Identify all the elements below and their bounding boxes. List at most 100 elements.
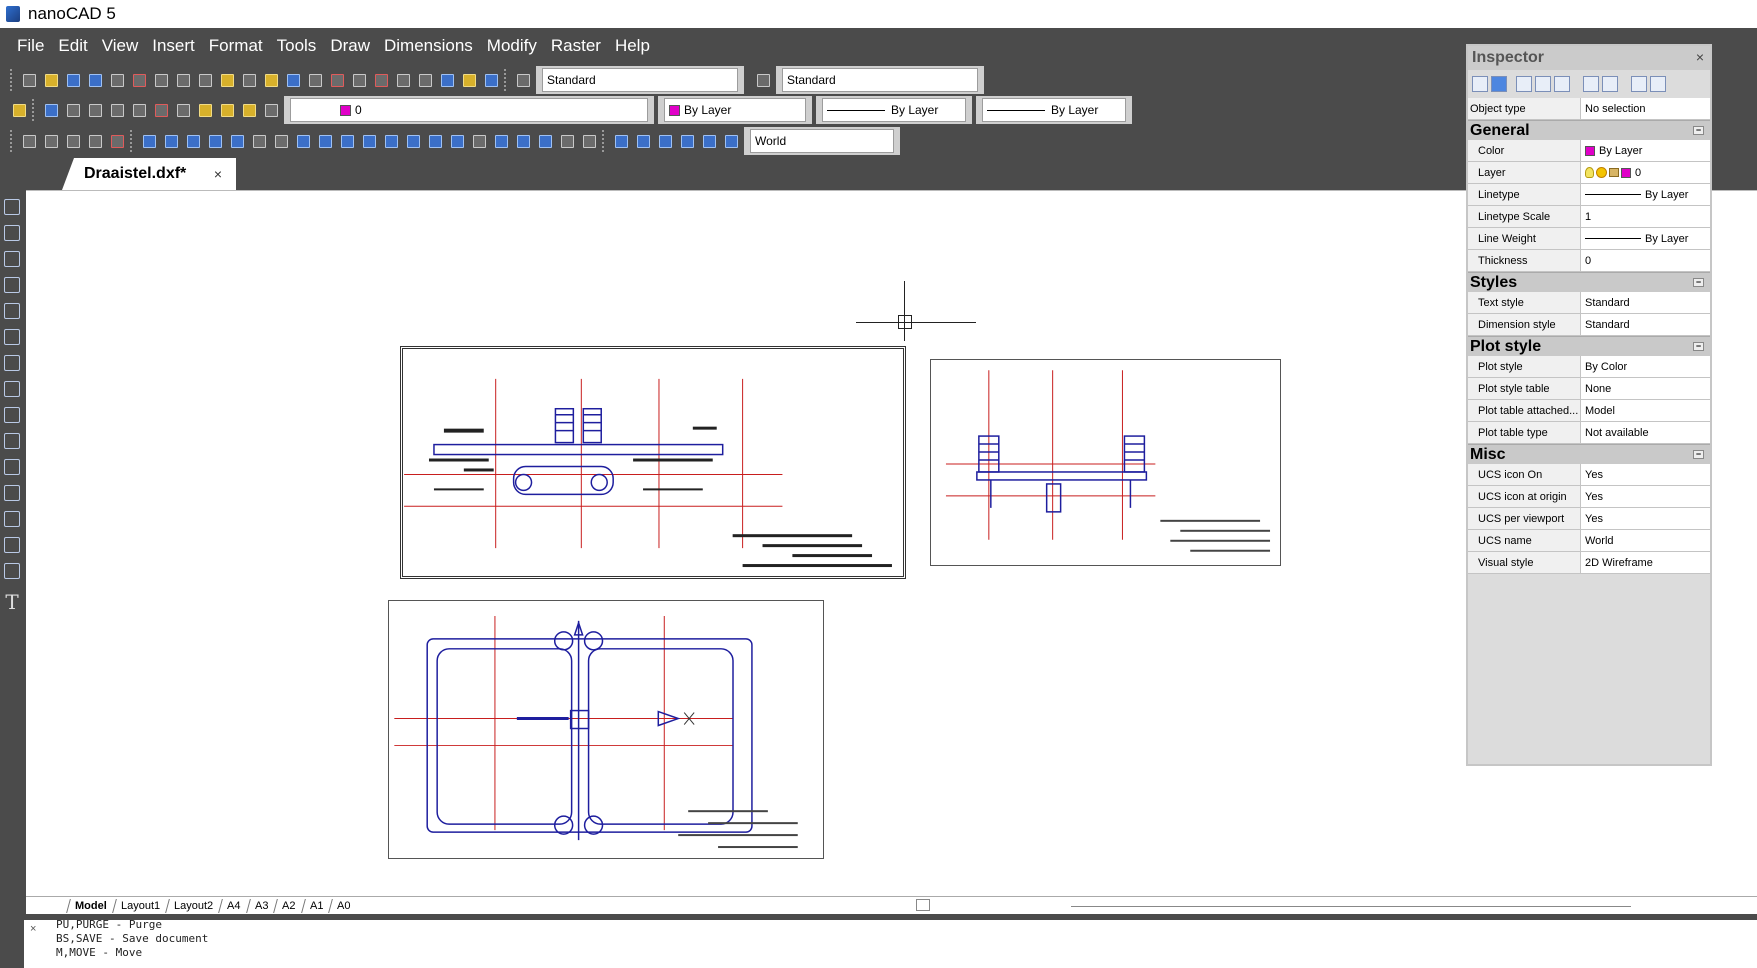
- menu-draw[interactable]: Draw: [323, 36, 377, 56]
- erase-icon[interactable]: [20, 132, 38, 150]
- layer-freeze-icon[interactable]: [108, 101, 126, 119]
- prop-value[interactable]: Yes: [1581, 486, 1710, 507]
- dim-angular-icon[interactable]: [272, 132, 290, 150]
- make-object-layer-icon[interactable]: [42, 101, 60, 119]
- text-style-select[interactable]: Standard: [542, 68, 738, 92]
- layer-select[interactable]: 0: [290, 98, 648, 122]
- layer-states-icon[interactable]: [240, 101, 258, 119]
- ucs-icon[interactable]: [612, 132, 630, 150]
- ucs-world-icon[interactable]: [634, 132, 652, 150]
- zoom-previous-icon[interactable]: [416, 71, 434, 89]
- prop-value[interactable]: By Layer: [1581, 228, 1710, 249]
- close-icon[interactable]: ×: [214, 166, 222, 182]
- paste-icon[interactable]: [218, 71, 236, 89]
- dim-edit-icon[interactable]: [492, 132, 510, 150]
- spline-icon[interactable]: [4, 407, 20, 423]
- layer-unlock-icon[interactable]: [174, 101, 192, 119]
- ucs-object-icon[interactable]: [722, 132, 740, 150]
- ellipse-icon[interactable]: [4, 433, 20, 449]
- dim-ordinate-icon[interactable]: [184, 132, 202, 150]
- menu-dimensions[interactable]: Dimensions: [377, 36, 480, 56]
- filter-icon[interactable]: [1554, 76, 1570, 92]
- lineweight-select[interactable]: By Layer: [982, 98, 1126, 122]
- zoom-window-icon[interactable]: [372, 71, 390, 89]
- dim-update-icon[interactable]: [536, 132, 554, 150]
- dim-baseline-icon[interactable]: [316, 132, 334, 150]
- polyline-icon[interactable]: [4, 251, 20, 267]
- command-close-icon[interactable]: ×: [30, 923, 36, 935]
- linetype-select[interactable]: By Layer: [822, 98, 966, 122]
- match-properties-icon[interactable]: [262, 71, 280, 89]
- prop-value[interactable]: Not available: [1581, 422, 1710, 443]
- prop-value[interactable]: Yes: [1581, 464, 1710, 485]
- toolbar-grip[interactable]: [10, 69, 14, 91]
- dim-aligned-icon[interactable]: [162, 132, 180, 150]
- copy-icon[interactable]: [196, 71, 214, 89]
- ucs-3point-icon[interactable]: [700, 132, 718, 150]
- offset-icon[interactable]: [86, 132, 104, 150]
- table-icon[interactable]: [4, 563, 20, 579]
- document-tab[interactable]: Draaistel.dxf* ×: [62, 158, 236, 190]
- dim-style-select[interactable]: Standard: [782, 68, 978, 92]
- collapse-icon[interactable]: −: [1693, 342, 1704, 351]
- color-select[interactable]: By Layer: [664, 98, 806, 122]
- dim-linear-icon[interactable]: [140, 132, 158, 150]
- layout-tab-layout1[interactable]: Layout1: [111, 898, 168, 913]
- dim-break-icon[interactable]: [382, 132, 400, 150]
- ucs-previous-icon[interactable]: [656, 132, 674, 150]
- select-objects-icon[interactable]: [1516, 76, 1532, 92]
- menu-raster[interactable]: Raster: [544, 36, 608, 56]
- prop-value[interactable]: 0: [1581, 250, 1710, 271]
- mirror-icon[interactable]: [64, 132, 82, 150]
- circle-icon[interactable]: [4, 355, 20, 371]
- menu-tools[interactable]: Tools: [270, 36, 324, 56]
- layout-tab-a4[interactable]: A4: [218, 898, 249, 913]
- prop-value[interactable]: By Color: [1581, 356, 1710, 377]
- menu-file[interactable]: File: [10, 36, 51, 56]
- insert-block-icon[interactable]: [4, 485, 20, 501]
- layout-tab-a0[interactable]: A0: [328, 898, 359, 913]
- prop-value[interactable]: Standard: [1581, 292, 1710, 313]
- line-icon[interactable]: [4, 199, 20, 215]
- collapse-icon[interactable]: −: [1693, 126, 1704, 135]
- section-plot-style[interactable]: Plot style −: [1468, 336, 1710, 356]
- menu-insert[interactable]: Insert: [145, 36, 202, 56]
- ucs-select[interactable]: World: [750, 129, 894, 153]
- dim-continue-icon[interactable]: [338, 132, 356, 150]
- zoom-realtime-icon[interactable]: [350, 71, 368, 89]
- ucs-origin-icon[interactable]: [678, 132, 696, 150]
- save-icon[interactable]: [64, 71, 82, 89]
- viewport-top-view[interactable]: [388, 600, 824, 859]
- command-window[interactable]: × PU,PURGE - Purge BS,SAVE - Save docume…: [24, 918, 1757, 968]
- publish-icon[interactable]: [130, 71, 148, 89]
- pan-icon[interactable]: [328, 71, 346, 89]
- undo-icon[interactable]: [284, 71, 302, 89]
- dim-text-edit-icon[interactable]: [514, 132, 532, 150]
- rectangle-icon[interactable]: [4, 303, 20, 319]
- layer-previous-icon[interactable]: [64, 101, 82, 119]
- prop-value[interactable]: Standard: [1581, 314, 1710, 335]
- dim-quick-icon[interactable]: [294, 132, 312, 150]
- viewport-side-view[interactable]: [400, 346, 906, 579]
- pencil-icon[interactable]: [460, 71, 478, 89]
- horizontal-scrollbar[interactable]: [1071, 906, 1631, 907]
- dim-jogged-icon[interactable]: [470, 132, 488, 150]
- point-icon[interactable]: [4, 537, 20, 553]
- revision-cloud-icon[interactable]: [4, 381, 20, 397]
- close-icon[interactable]: ×: [1696, 49, 1704, 65]
- quick-select-icon[interactable]: [1535, 76, 1551, 92]
- hatch-icon[interactable]: [4, 459, 20, 475]
- dim-inspect-icon[interactable]: [448, 132, 466, 150]
- lock-properties-icon[interactable]: [1602, 76, 1618, 92]
- toolbar-grip[interactable]: [32, 99, 36, 121]
- menu-modify[interactable]: Modify: [480, 36, 544, 56]
- scroll-button[interactable]: [916, 899, 930, 911]
- prop-value[interactable]: Model: [1581, 400, 1710, 421]
- layout-tab-model[interactable]: Model: [66, 898, 115, 913]
- paste-special-icon[interactable]: [240, 71, 258, 89]
- alphabetic-icon[interactable]: [1491, 76, 1507, 92]
- prop-value[interactable]: No selection: [1581, 98, 1710, 119]
- menu-view[interactable]: View: [95, 36, 146, 56]
- section-general[interactable]: General −: [1468, 120, 1710, 140]
- toggle-pickadd-icon[interactable]: [1583, 76, 1599, 92]
